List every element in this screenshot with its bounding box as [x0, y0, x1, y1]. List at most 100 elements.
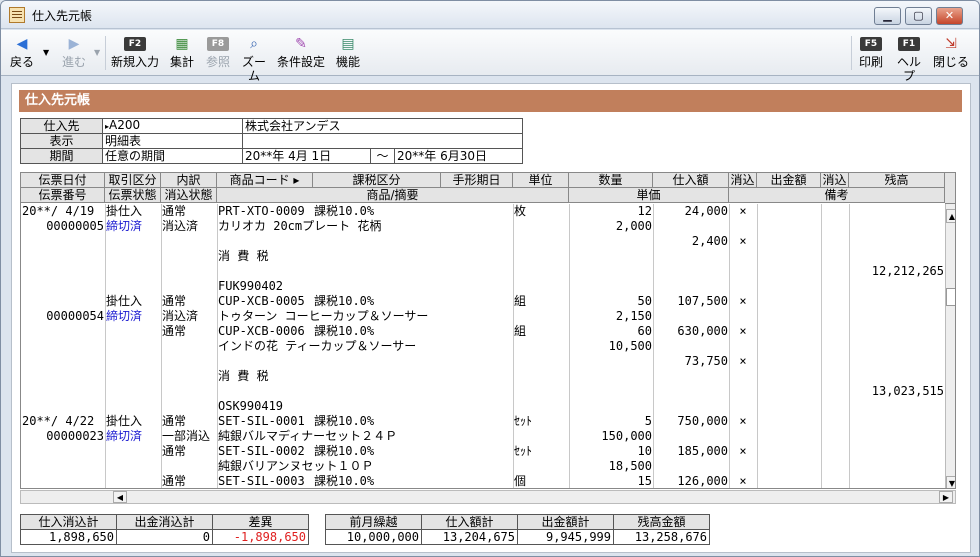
minimize-button[interactable]: ▁ — [874, 7, 901, 25]
col-header-item-desc[interactable]: 商品/摘要 — [217, 188, 569, 203]
col-header-clear-status[interactable]: 消込状態 — [161, 188, 217, 203]
print-button[interactable]: F5 印刷 — [857, 33, 885, 73]
cell-qty: 12 — [637, 204, 652, 218]
col-header-purchase[interactable]: 仕入額 — [653, 173, 729, 188]
f5-key-icon: F5 — [860, 37, 882, 51]
col-header-clear[interactable]: 消込 — [729, 173, 757, 188]
cell-clear: × — [739, 474, 747, 488]
table-row[interactable]: FUK990402 — [21, 279, 945, 294]
cell-tax: 課税10.0% — [314, 474, 375, 488]
cell-breakdown: 通常 — [162, 414, 187, 428]
cell-clear: × — [739, 414, 747, 428]
table-row[interactable]: 13,023,515 — [21, 384, 945, 399]
cell-code: 純銀バリアンヌセット１０Ｐ — [218, 459, 374, 473]
cell-purchase: 630,000 — [677, 324, 728, 338]
horizontal-scrollbar[interactable]: ◀ ▶ — [20, 490, 956, 504]
close-window-button[interactable]: ✕ — [936, 7, 963, 25]
diff-label: 差異 — [212, 514, 309, 530]
maximize-button[interactable]: ▢ — [905, 7, 932, 25]
table-row[interactable]: 20**/ 4/22 掛仕入 通常 SET-SIL-0001 課税10.0% ｾｯﾄ 5 75… — [21, 414, 945, 429]
col-header-clear2[interactable]: 消込 — [821, 173, 849, 188]
f1-key-icon: F1 — [898, 37, 920, 51]
table-row[interactable]: 2,400 × — [21, 234, 945, 249]
col-header-payment[interactable]: 出金額 — [757, 173, 821, 188]
table-row[interactable]: インドの花 ティーカップ＆ソーサー 10,500 — [21, 339, 945, 354]
table-row[interactable]: 12,212,265 — [21, 264, 945, 279]
condition-button[interactable]: ✎ 条件設定 — [276, 33, 326, 73]
forward-dropdown-icon[interactable]: ▼ — [94, 48, 100, 57]
table-row[interactable]: 通常 SET-SIL-0002 課税10.0% ｾｯﾄ 10 185,000 × — [21, 444, 945, 459]
scroll-right-icon[interactable]: ▶ — [939, 491, 953, 503]
period-value[interactable]: 任意の期間 — [102, 148, 243, 164]
back-button[interactable]: ◀ 戻る — [5, 33, 39, 73]
cell-breakdown: 消込済 — [162, 309, 199, 323]
col-header-slip-status[interactable]: 伝票状態 — [105, 188, 161, 203]
table-row[interactable]: 通常 SET-SIL-0003 課税10.0% 個 15 126,000 × — [21, 474, 945, 488]
col-header-unit[interactable]: 単位 — [513, 173, 569, 188]
cell-unit: 枚 — [514, 204, 527, 218]
help-button[interactable]: F1 ヘルプ — [893, 33, 925, 83]
col-header-balance[interactable]: 残高 — [849, 173, 945, 188]
cell-purchase: 24,000 — [684, 204, 728, 218]
col-header-breakdown[interactable]: 内訳 — [161, 173, 217, 188]
scroll-up-icon[interactable]: ▲ — [946, 209, 955, 223]
table-row[interactable]: 73,750 × — [21, 354, 945, 369]
ledger-grid[interactable]: 伝票日付 取引区分 内訳 商品コード ▸ 課税区分 手形期日 単位 数量 仕入額 消込 出金額 消込残… — [20, 172, 956, 489]
zoom-label: ズーム — [241, 55, 266, 83]
back-dropdown-icon[interactable]: ▼ — [43, 48, 49, 57]
scroll-down-icon[interactable]: ▼ — [946, 476, 955, 488]
scroll-left-icon[interactable]: ◀ — [113, 491, 127, 503]
table-row[interactable]: 掛仕入 通常 CUP-XCB-0005 課税10.0% 組 50 107,500 × — [21, 294, 945, 309]
scroll-thumb[interactable] — [946, 288, 955, 306]
cell-type: 掛仕入 — [106, 204, 143, 218]
period-from[interactable]: 20**年 4月 1日 — [242, 148, 371, 164]
table-row[interactable]: 20**/ 4/19 掛仕入 通常 PRT-XTO-0009 課税10.0% 枚 12 24,… — [21, 204, 945, 219]
supplier-code-field[interactable]: ▸A200 — [102, 118, 243, 134]
function-button[interactable]: ▤ 機能 — [333, 33, 363, 73]
table-row[interactable]: 純銀バリアンヌセット１０Ｐ 18,500 — [21, 459, 945, 474]
display-value[interactable]: 明細表 — [102, 133, 243, 149]
table-row[interactable]: 通常 CUP-XCB-0006 課税10.0% 組 60 630,000 × — [21, 324, 945, 339]
table-row[interactable]: OSK990419 — [21, 399, 945, 414]
table-row[interactable]: 00000054 締切済 消込済 トゥターン コーヒーカップ＆ソーサー 2,150 — [21, 309, 945, 324]
col-header-unit-price[interactable]: 単価 — [569, 188, 729, 203]
col-header-date[interactable]: 伝票日付 — [21, 173, 105, 188]
cell-unit: ｾｯﾄ — [514, 444, 533, 458]
cell-qty: 18,500 — [608, 459, 652, 473]
table-row[interactable]: 消 費 税 — [21, 249, 945, 264]
supplier-label: 仕入先 — [20, 118, 103, 134]
cell-tax: 課税10.0% — [314, 204, 375, 218]
col-header-type[interactable]: 取引区分 — [105, 173, 161, 188]
zoom-button[interactable]: ⌕ ズーム — [237, 33, 271, 83]
col-header-remarks[interactable]: 備考 — [729, 188, 945, 203]
reference-button[interactable]: F8 参照 — [202, 33, 234, 73]
cell-code: 純銀バルマディナーセット２４Ｐ — [218, 429, 398, 443]
cell-date: 00000023 — [46, 429, 104, 443]
payment-total-label: 出金額計 — [517, 514, 614, 530]
cell-code: CUP-XCB-0006 — [218, 324, 305, 338]
col-header-slip-no[interactable]: 伝票番号 — [21, 188, 105, 203]
cell-unit: ｾｯﾄ — [514, 414, 533, 428]
cell-code: FUK990402 — [218, 279, 284, 293]
total-button[interactable]: ▦ 集計 — [166, 33, 198, 73]
col-header-code[interactable]: 商品コード ▸ — [217, 173, 313, 188]
forward-button[interactable]: ▶ 進む — [57, 33, 91, 73]
close-button[interactable]: ⇲ 閉じる — [932, 33, 970, 73]
exit-door-icon: ⇲ — [945, 36, 957, 52]
table-row[interactable]: 00000005 締切済 消込済 カリオカ 20cmプレート 花柄 2,000 — [21, 219, 945, 234]
vertical-scrollbar[interactable]: ▲ ▼ — [945, 204, 955, 488]
col-header-qty[interactable]: 数量 — [569, 173, 653, 188]
payment-clear-label: 出金消込計 — [116, 514, 213, 530]
cell-date: 20**/ 4/19 — [22, 204, 95, 218]
period-to[interactable]: 20**年 6月30日 — [394, 148, 523, 164]
cell-qty: 10 — [637, 444, 652, 458]
cell-breakdown: 消込済 — [162, 219, 199, 233]
col-header-tax[interactable]: 課税区分 — [313, 173, 441, 188]
table-row[interactable]: 消 費 税 — [21, 369, 945, 384]
new-entry-button[interactable]: F2 新規入力 — [109, 33, 161, 73]
cell-code: SET-SIL-0003 — [218, 474, 305, 488]
col-header-due[interactable]: 手形期日 — [441, 173, 513, 188]
prev-balance-value: 10,000,000 — [325, 529, 422, 545]
cell-code: 消 費 税 — [218, 369, 269, 383]
table-row[interactable]: 00000023 締切済 一部消込 純銀バルマディナーセット２４Ｐ 150,000 — [21, 429, 945, 444]
